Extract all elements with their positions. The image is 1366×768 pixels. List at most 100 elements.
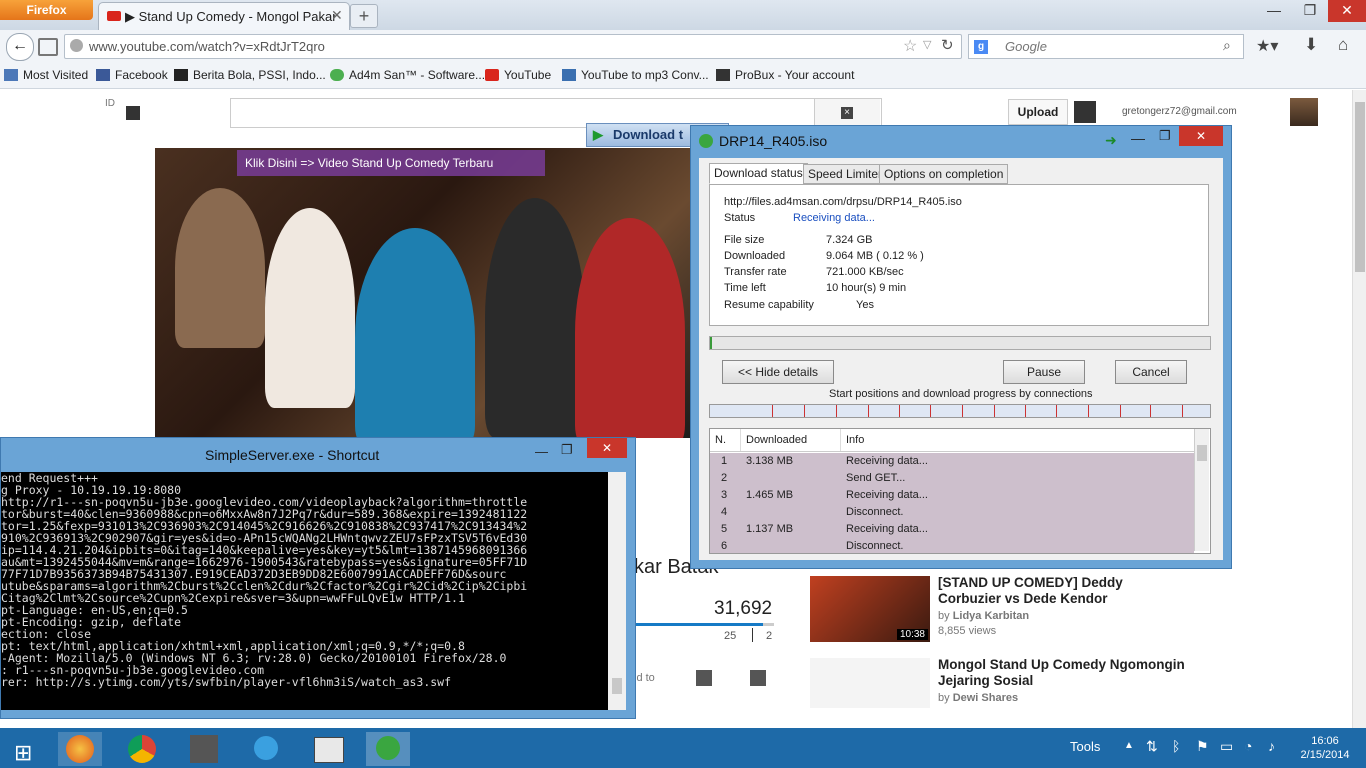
- tab-download-status[interactable]: Download status: [709, 163, 808, 184]
- wifi-icon[interactable]: ◔: [1244, 738, 1252, 754]
- table-row[interactable]: 2 Send GET...: [710, 470, 1194, 487]
- start-button[interactable]: ⊞: [2, 732, 46, 766]
- video-player[interactable]: [155, 148, 700, 438]
- table-row[interactable]: 5 1.137 MB Receiving data...: [710, 521, 1194, 538]
- pause-button[interactable]: Pause: [1003, 360, 1085, 384]
- suggestion-thumbnail[interactable]: 10:38: [810, 576, 930, 642]
- search-icon[interactable]: ⌕: [1223, 37, 1231, 54]
- tab-youtube[interactable]: ▶ Stand Up Comedy - Mongol Pakar K... ✕: [98, 2, 350, 30]
- console-output[interactable]: end Request+++ g Proxy - 10.19.19.19:808…: [1, 472, 608, 710]
- connections-table[interactable]: N. Downloaded Info 1 3.138 MB Receiving da…: [709, 428, 1211, 554]
- bookmark-most-visited[interactable]: Most Visited: [4, 68, 88, 82]
- pin-icon[interactable]: ➜: [1105, 132, 1117, 149]
- flag-icon[interactable]: ⚑: [1196, 738, 1209, 755]
- bookmark-facebook[interactable]: Facebook: [96, 68, 168, 82]
- google-icon[interactable]: g: [974, 40, 988, 54]
- close-tab-icon[interactable]: ✕: [331, 7, 343, 24]
- bookmark-ad4m-san[interactable]: Ad4m San™ - Software...: [330, 68, 485, 82]
- avatar[interactable]: [1290, 98, 1318, 126]
- back-button[interactable]: ←: [6, 33, 34, 61]
- show-hidden-icons[interactable]: ▲: [1124, 740, 1134, 751]
- table-scrollbar-thumb[interactable]: [1197, 445, 1207, 461]
- close-console-button[interactable]: ✕: [587, 438, 627, 458]
- download-label: Download t: [613, 127, 684, 142]
- more-icon[interactable]: [750, 670, 766, 686]
- column-header-n[interactable]: N.: [715, 434, 726, 446]
- maximize-console-button[interactable]: ❐: [561, 442, 573, 458]
- bookmarks-menu-icon[interactable]: ★▾: [1256, 36, 1278, 56]
- bluetooth-icon[interactable]: ᛒ: [1172, 738, 1180, 754]
- youtube-icon: [485, 69, 499, 81]
- page-scrollbar[interactable]: [1352, 90, 1366, 728]
- divider: [752, 628, 753, 642]
- suggestion-channel[interactable]: Lidya Karbitan: [953, 610, 1029, 622]
- restore-window-button[interactable]: ❐: [1292, 0, 1328, 22]
- home-icon[interactable]: ⌂: [1338, 35, 1348, 55]
- download-dialog[interactable]: DRP14_R405.iso ➜ — ❐ ✕ Download status S…: [690, 125, 1232, 569]
- minimize-window-button[interactable]: —: [1256, 0, 1292, 22]
- url-bar[interactable]: www.youtube.com/watch?v=xRdtJrT2qro ☆ ▽ …: [64, 34, 962, 59]
- history-icon[interactable]: [38, 38, 58, 56]
- column-header-downloaded[interactable]: Downloaded: [746, 434, 807, 446]
- minimize-dialog-button[interactable]: —: [1131, 130, 1145, 146]
- console-scrollbar[interactable]: [608, 472, 626, 710]
- maximize-dialog-button[interactable]: ❐: [1159, 128, 1171, 144]
- search-bar[interactable]: g Google ⌕: [968, 34, 1244, 59]
- suggestion-channel[interactable]: Dewi Shares: [953, 692, 1018, 704]
- minimize-console-button[interactable]: —: [535, 444, 548, 459]
- bookmark-probux[interactable]: ProBux - Your account: [716, 68, 854, 82]
- table-scrollbar[interactable]: [1194, 429, 1209, 551]
- reload-icon[interactable]: ↻: [941, 36, 954, 54]
- console-window[interactable]: SimpleServer.exe - Shortcut — ❐ ✕ end Re…: [0, 437, 636, 719]
- account-email[interactable]: gretongerz72@gmail.com: [1122, 106, 1237, 117]
- notifications-icon[interactable]: [1074, 101, 1096, 123]
- person-figure: [355, 228, 475, 438]
- dropdown-icon[interactable]: ▽: [923, 38, 931, 51]
- close-window-button[interactable]: ✕: [1328, 0, 1366, 22]
- volume-icon[interactable]: ♪: [1268, 738, 1275, 754]
- cancel-button[interactable]: Cancel: [1115, 360, 1187, 384]
- tab-options-on-completion[interactable]: Options on completion: [879, 164, 1009, 184]
- page-scrollbar-thumb[interactable]: [1355, 102, 1365, 272]
- taskbar-firefox[interactable]: [58, 732, 102, 766]
- like-count[interactable]: 25: [724, 630, 736, 642]
- guide-menu-icon[interactable]: [126, 106, 140, 120]
- youtube-search-button[interactable]: ×: [814, 99, 880, 127]
- add-to-button[interactable]: ld to: [634, 672, 655, 684]
- tools-toolbar[interactable]: Tools: [1070, 739, 1100, 754]
- network-icon[interactable]: ⇅: [1146, 738, 1158, 755]
- hide-details-button[interactable]: << Hide details: [722, 360, 834, 384]
- youtube-search-input[interactable]: [230, 98, 882, 128]
- suggestion-title[interactable]: Mongol Stand Up Comedy Ngomongin Jejarin…: [938, 657, 1188, 689]
- taskbar-console[interactable]: [306, 732, 350, 766]
- share-icon[interactable]: [696, 670, 712, 686]
- firefox-menu-button[interactable]: Firefox: [0, 0, 93, 20]
- table-row[interactable]: 4 Disconnect.: [710, 504, 1194, 521]
- bookmark-youtube[interactable]: YouTube: [485, 68, 551, 82]
- taskbar-video-app[interactable]: [182, 732, 226, 766]
- taskbar-chrome[interactable]: [120, 732, 164, 766]
- column-header-info[interactable]: Info: [846, 434, 864, 446]
- video-banner[interactable]: Klik Disini => Video Stand Up Comedy Ter…: [237, 150, 545, 176]
- bookmark-label: YouTube: [504, 68, 552, 82]
- bookmark-star-icon[interactable]: ☆: [903, 36, 917, 56]
- close-dialog-button[interactable]: ✕: [1179, 126, 1223, 146]
- taskbar-app[interactable]: [244, 732, 288, 766]
- suggestion-thumbnail[interactable]: [810, 658, 930, 708]
- table-row[interactable]: 6 Disconnect.: [710, 538, 1194, 553]
- downloads-icon[interactable]: ⬇: [1304, 35, 1318, 55]
- table-row[interactable]: 1 3.138 MB Receiving data...: [710, 453, 1194, 470]
- bookmark-youtube-mp3[interactable]: YouTube to mp3 Conv...: [562, 68, 709, 82]
- dislike-count[interactable]: 2: [766, 630, 772, 642]
- upload-button[interactable]: Upload: [1008, 99, 1068, 125]
- console-scrollbar-thumb[interactable]: [612, 678, 622, 694]
- battery-icon[interactable]: ▭: [1220, 738, 1233, 755]
- bookmark-berita-bola[interactable]: Berita Bola, PSSI, Indo...: [174, 68, 326, 82]
- search-placeholder: Google: [1005, 39, 1047, 54]
- suggestion-title[interactable]: [STAND UP COMEDY] Deddy Corbuzier vs Ded…: [938, 575, 1188, 607]
- clock[interactable]: 16:06 2/15/2014: [1296, 734, 1354, 762]
- table-row[interactable]: 3 1.465 MB Receiving data...: [710, 487, 1194, 504]
- tab-speed-limiter[interactable]: Speed Limiter: [803, 164, 888, 184]
- taskbar-idm[interactable]: [366, 732, 410, 766]
- new-tab-button[interactable]: +: [350, 4, 378, 28]
